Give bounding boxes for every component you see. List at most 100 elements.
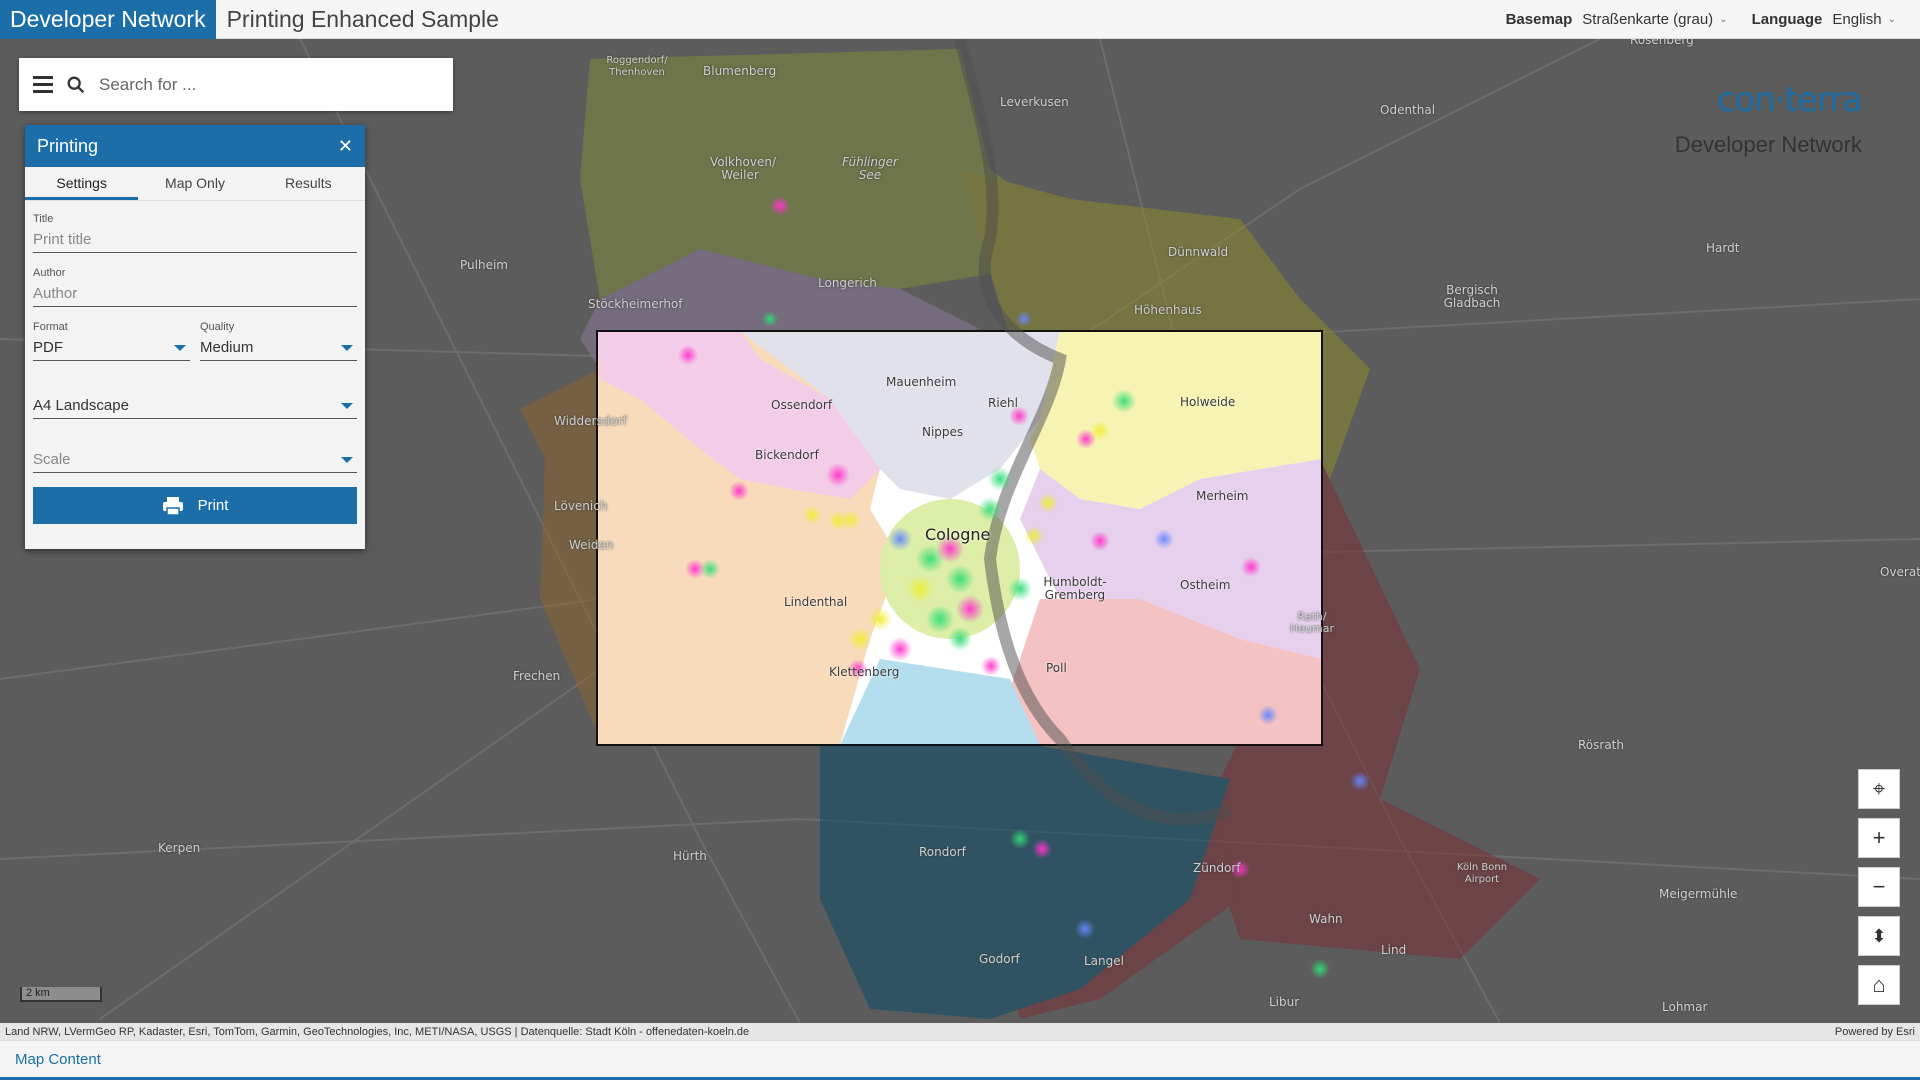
quality-value: Medium — [200, 339, 254, 356]
caret-down-icon — [341, 456, 353, 463]
title-field[interactable]: Print title — [33, 227, 357, 253]
place-label: Meigermühle — [1659, 887, 1738, 901]
attribution-text: Land NRW, LVermGeo RP, Kadaster, Esri, T… — [5, 1025, 750, 1038]
place-label: Blumenberg — [703, 64, 777, 78]
map-content-link[interactable]: Map Content — [15, 1051, 101, 1068]
close-icon[interactable]: ✕ — [338, 136, 353, 157]
compass-icon: ⬍ — [1871, 925, 1887, 946]
place-label: Zündorf — [1193, 861, 1241, 875]
place-label: Pulheim — [460, 258, 508, 272]
place-label: Godorf — [979, 952, 1020, 966]
place-label: Lohmar — [1662, 1000, 1708, 1014]
caret-down-icon — [174, 344, 186, 351]
place-label: Roggendorf/ Thenhoven — [606, 55, 668, 78]
format-value: PDF — [33, 339, 63, 356]
district-label: Lindenthal — [784, 595, 848, 609]
place-label: Frechen — [513, 669, 561, 683]
chevron-down-icon: ⌄ — [1887, 13, 1896, 25]
basemap-label: Basemap — [1505, 10, 1573, 28]
author-label: Author — [33, 267, 66, 279]
conterra-logo: con·terra Developer Network — [1675, 80, 1863, 158]
tab-settings[interactable]: Settings — [25, 167, 139, 200]
place-label: Hürth — [673, 849, 707, 863]
place-label: Odenthal — [1380, 103, 1436, 117]
layout-select[interactable]: A4 Landscape — [33, 393, 357, 419]
place-label: Kerpen — [158, 841, 201, 855]
place-label: Stöckheimerhof — [588, 297, 683, 311]
place-label: Köln Bonn Airport — [1456, 862, 1508, 885]
panel-tabs: Settings Map Only Results — [25, 167, 365, 201]
title-label: Title — [33, 213, 54, 225]
basemap-value: Straßenkarte (grau) — [1582, 10, 1714, 28]
locate-button[interactable]: ⌖ — [1858, 769, 1900, 809]
layout-value: A4 Landscape — [33, 397, 129, 414]
language-value: English — [1832, 10, 1882, 28]
printing-panel: Printing ✕ Settings Map Only Results Tit… — [25, 125, 365, 549]
zoom-out-button[interactable]: − — [1858, 867, 1900, 907]
minus-icon: − — [1872, 874, 1886, 899]
place-label: Rösrath — [1578, 738, 1624, 752]
place-label: Libur — [1269, 995, 1300, 1009]
menu-icon[interactable] — [33, 76, 53, 93]
place-label: Lövenich — [554, 499, 608, 513]
place-label: Leverkusen — [1000, 95, 1069, 109]
plus-icon: + — [1872, 825, 1886, 850]
district-label: Rath/ Heumar — [1290, 610, 1334, 635]
language-select[interactable]: English ⌄ — [1832, 11, 1896, 28]
district-label: Merheim — [1196, 489, 1249, 503]
place-label: Dünnwald — [1168, 245, 1229, 259]
basemap-select[interactable]: Straßenkarte (grau) ⌄ — [1582, 11, 1727, 28]
print-label: Print — [197, 497, 229, 514]
place-label: Weiden — [569, 538, 614, 552]
district-label: Klettenberg — [829, 665, 900, 679]
tab-results[interactable]: Results — [252, 167, 365, 200]
place-label: Hardt — [1706, 241, 1740, 255]
district-label: Riehl — [988, 396, 1018, 410]
district-label: Poll — [1046, 661, 1067, 675]
print-form: Title Print title Author Author Format P… — [25, 201, 365, 524]
home-button[interactable]: ⌂ — [1858, 965, 1900, 1005]
place-label: Overath — [1880, 565, 1920, 579]
district-label: Ossendorf — [771, 398, 833, 412]
scale-select[interactable]: Scale — [33, 447, 357, 473]
place-label: Bergisch Gladbach — [1443, 283, 1501, 310]
panel-header: Printing ✕ — [25, 125, 365, 167]
format-select[interactable]: PDF — [33, 335, 190, 361]
app-header: Developer Network Printing Enhanced Samp… — [0, 0, 1920, 39]
place-label: Volkhoven/ Weiler — [710, 155, 776, 182]
powered-by-link[interactable]: Powered by Esri — [1835, 1026, 1915, 1038]
language-label: Language — [1751, 10, 1823, 28]
district-label: Bickendorf — [755, 448, 819, 462]
app-title: Printing Enhanced Sample — [226, 5, 499, 32]
tab-map-only[interactable]: Map Only — [138, 167, 251, 200]
quality-label: Quality — [200, 321, 235, 333]
brand-title[interactable]: Developer Network — [0, 0, 216, 39]
chevron-down-icon: ⌄ — [1719, 13, 1728, 25]
panel-title: Printing — [37, 135, 99, 156]
format-label: Format — [33, 321, 68, 333]
district-label: Humboldt-Gremberg — [1043, 575, 1107, 602]
printer-icon — [162, 496, 183, 516]
place-label: Lind — [1381, 943, 1407, 957]
place-label: Höhenhaus — [1134, 303, 1202, 317]
footer-bar: Map Content — [0, 1040, 1920, 1080]
compass-button[interactable]: ⬍ — [1858, 916, 1900, 956]
caret-down-icon — [341, 402, 353, 409]
search-bar — [19, 58, 453, 111]
district-label: Ostheim — [1180, 578, 1231, 592]
place-label: Rondorf — [919, 845, 966, 859]
district-label: Holweide — [1180, 395, 1236, 409]
place-label: Fühlinger See — [842, 155, 898, 182]
print-button[interactable]: Print — [33, 487, 357, 524]
district-label: Mauenheim — [886, 375, 957, 389]
author-field[interactable]: Author — [33, 281, 357, 307]
city-label: Cologne — [925, 525, 991, 544]
search-input[interactable] — [99, 74, 439, 95]
caret-down-icon — [341, 344, 353, 351]
scale-value: Scale — [33, 451, 71, 468]
place-label: Langel — [1084, 954, 1124, 968]
quality-select[interactable]: Medium — [200, 335, 357, 361]
attribution-bar: Land NRW, LVermGeo RP, Kadaster, Esri, T… — [0, 1023, 1920, 1040]
home-icon: ⌂ — [1872, 972, 1886, 997]
zoom-in-button[interactable]: + — [1858, 818, 1900, 858]
